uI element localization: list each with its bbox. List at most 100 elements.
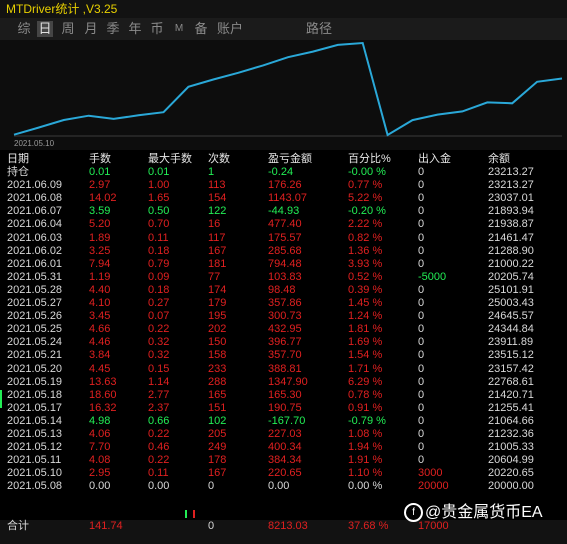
total-label: 合计	[7, 520, 29, 532]
table-row[interactable]: 2021.06.01 7.94 0.79 181 794.48 3.93 % 0 21000.…	[0, 258, 567, 271]
row-date: 2021.05.27	[7, 297, 63, 310]
watermark: f @贵金属货币EA	[404, 498, 543, 523]
table-row[interactable]: 2021.05.24 4.46 0.32 150 396.77 1.69 % 0 23911.…	[0, 336, 567, 349]
row-date: 2021.05.20	[7, 362, 63, 375]
table-row[interactable]: 2021.05.25 4.66 0.22 202 432.95 1.81 % 0 24344.…	[0, 323, 567, 336]
row-lots: 4.98	[89, 414, 111, 427]
table-row[interactable]: 2021.05.18 18.60 2.77 165 165.30 0.78 % 0 21420…	[0, 389, 567, 402]
row-pnl: 396.77	[268, 336, 302, 349]
table-row[interactable]: 2021.05.31 1.19 0.09 77 103.83 0.52 % -5000 202…	[0, 271, 567, 284]
row-pnl: 175.57	[268, 231, 302, 244]
header-pnl[interactable]: 盈亏金额	[268, 153, 312, 166]
table-header-row: 日期 手数 最大手数 次数 盈亏金额 百分比% 出入金 余额	[0, 153, 567, 166]
row-percent: 0.00 %	[348, 480, 383, 493]
header-lots[interactable]: 手数	[89, 153, 111, 166]
row-percent: 0.77 %	[348, 179, 383, 192]
table-row[interactable]: 2021.05.17 16.32 2.37 151 190.75 0.91 % 0 21255…	[0, 402, 567, 415]
table-row[interactable]: 2021.06.07 3.59 0.50 122 -44.93 -0.20 % 0 21893…	[0, 205, 567, 218]
tab-month[interactable]: 月	[83, 21, 99, 37]
row-pnl: 384.34	[268, 454, 302, 467]
scroll-marker-green	[185, 510, 187, 518]
tab-currency[interactable]: 币	[149, 21, 165, 37]
row-balance: 23213.27	[488, 179, 534, 192]
table-row[interactable]: 2021.05.08 0.00 0.00 0 0.00 0.00 % 20000 20000.…	[0, 480, 567, 493]
row-max-lots: 0.11	[148, 467, 169, 480]
table-row[interactable]: 2021.05.13 4.06 0.22 205 227.03 1.08 % 0 21232.…	[0, 428, 567, 441]
table-row[interactable]: 2021.05.10 2.95 0.11 167 220.65 1.10 % 3000 202…	[0, 467, 567, 480]
total-pnl: 8213.03	[268, 520, 308, 532]
tab-year[interactable]: 年	[127, 21, 143, 37]
tab-overview[interactable]: 综	[16, 21, 32, 37]
row-lots: 7.70	[89, 441, 111, 454]
balance-chart	[0, 40, 567, 150]
row-pnl: 388.81	[268, 362, 302, 375]
row-count: 0	[208, 480, 215, 493]
row-pnl: 165.30	[268, 388, 302, 401]
row-max-lots: 0.32	[148, 336, 170, 349]
row-in-out: 0	[418, 414, 425, 427]
row-date: 2021.06.01	[7, 257, 63, 270]
table-row[interactable]: 2021.06.02 3.25 0.18 167 285.68 1.36 % 0 21288.…	[0, 245, 567, 258]
row-in-out: 0	[418, 297, 425, 310]
header-in-out[interactable]: 出入金	[418, 153, 451, 166]
tab-m[interactable]: M	[172, 21, 186, 37]
row-percent: 1.08 %	[348, 427, 383, 440]
tab-quarter[interactable]: 季	[105, 21, 121, 37]
chart-x-axis-label: 2021.05.10	[14, 139, 55, 148]
tab-note[interactable]: 备	[193, 21, 209, 37]
row-balance: 21005.33	[488, 441, 534, 454]
position-row[interactable]: 持仓 0.01 0.01 1 -0.24 -0.00 % 0 23213.27	[0, 166, 567, 179]
row-in-out: 0	[418, 244, 425, 257]
position-pnl: -0.24	[268, 166, 294, 179]
header-max-lots[interactable]: 最大手数	[148, 153, 192, 166]
table-row[interactable]: 2021.06.09 2.97 1.00 113 176.26 0.77 % 0 23213.…	[0, 179, 567, 192]
table-row[interactable]: 2021.06.04 5.20 0.70 16 477.40 2.22 % 0 21938.8…	[0, 218, 567, 231]
row-max-lots: 0.00	[148, 480, 170, 493]
row-count: 249	[208, 441, 227, 454]
row-percent: 5.22 %	[348, 192, 383, 205]
row-pnl: 400.34	[268, 441, 302, 454]
total-count: 0	[208, 520, 215, 532]
row-count: 150	[208, 336, 227, 349]
window-title-bar: MTDriver统计 ,V3.25	[0, 0, 567, 18]
row-balance: 23157.42	[488, 362, 534, 375]
row-in-out: -5000	[418, 270, 447, 283]
row-balance: 25003.43	[488, 297, 534, 310]
row-in-out: 0	[418, 179, 425, 192]
row-date: 2021.06.09	[7, 179, 63, 192]
table-row[interactable]: 2021.05.19 13.63 1.14 288 1347.90 6.29 % 0 2276…	[0, 376, 567, 389]
tab-week[interactable]: 周	[60, 21, 76, 37]
row-max-lots: 0.79	[148, 257, 170, 270]
tab-day[interactable]: 日	[37, 21, 53, 37]
row-percent: -0.20 %	[348, 205, 386, 218]
table-row[interactable]: 2021.06.08 14.02 1.65 154 1143.07 5.22 % 0 2303…	[0, 192, 567, 205]
daily-stats-table: 日期 手数 最大手数 次数 盈亏金额 百分比% 出入金 余额 持仓 0.01 0…	[0, 153, 567, 493]
balance-chart-svg	[13, 41, 563, 137]
position-lots: 0.01	[89, 166, 111, 179]
row-percent: -0.79 %	[348, 414, 386, 427]
table-row[interactable]: 2021.05.28 4.40 0.18 174 98.48 0.39 % 0 25101.9…	[0, 284, 567, 297]
table-row[interactable]: 2021.05.11 4.08 0.22 178 384.34 1.91 % 0 20604.…	[0, 454, 567, 467]
header-percent[interactable]: 百分比%	[348, 153, 391, 166]
table-row[interactable]: 2021.05.21 3.84 0.32 158 357.70 1.54 % 0 23515.…	[0, 349, 567, 362]
header-balance[interactable]: 余额	[488, 153, 510, 166]
row-balance: 24645.57	[488, 310, 534, 323]
row-lots: 2.97	[89, 179, 111, 192]
table-row[interactable]: 2021.05.27 4.10 0.27 179 357.86 1.45 % 0 25003.…	[0, 297, 567, 310]
row-balance: 21000.22	[488, 257, 534, 270]
header-date[interactable]: 日期	[7, 153, 29, 166]
table-row[interactable]: 2021.05.26 3.45 0.07 195 300.73 1.24 % 0 24645.…	[0, 310, 567, 323]
row-pnl: 300.73	[268, 310, 302, 323]
row-pnl: 98.48	[268, 283, 296, 296]
table-row[interactable]: 2021.05.14 4.98 0.66 102 -167.70 -0.79 % 0 2106…	[0, 415, 567, 428]
table-row[interactable]: 2021.05.12 7.70 0.46 249 400.34 1.94 % 0 21005.…	[0, 441, 567, 454]
table-row[interactable]: 2021.05.20 4.45 0.15 233 388.81 1.71 % 0 23157.…	[0, 363, 567, 376]
row-in-out: 0	[418, 283, 425, 296]
tab-path[interactable]: 路径	[305, 21, 333, 37]
header-count[interactable]: 次数	[208, 153, 230, 166]
table-row[interactable]: 2021.06.03 1.89 0.11 117 175.57 0.82 % 0 21461.…	[0, 232, 567, 245]
row-lots: 1.89	[89, 231, 111, 244]
total-lots: 141.74	[89, 520, 123, 532]
row-balance: 20604.99	[488, 454, 534, 467]
tab-account[interactable]: 账户	[216, 21, 244, 37]
